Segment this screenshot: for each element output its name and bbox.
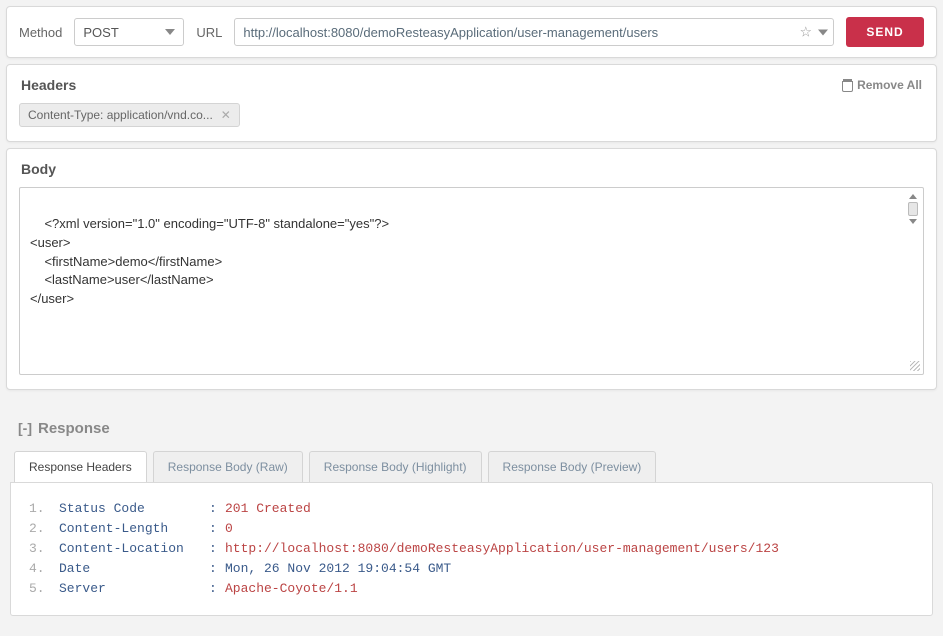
method-label: Method	[19, 25, 62, 40]
chevron-down-icon	[165, 29, 175, 35]
chevron-down-icon[interactable]	[818, 29, 828, 35]
header-key: Status Code	[59, 499, 209, 519]
response-row: 5.Server:Apache-Coyote/1.1	[29, 579, 914, 599]
body-title-row: Body	[7, 149, 936, 187]
line-number: 4.	[29, 559, 59, 579]
send-button[interactable]: SEND	[846, 17, 924, 47]
remove-all-button[interactable]: Remove All	[842, 78, 922, 92]
colon: :	[209, 519, 225, 539]
line-number: 5.	[29, 579, 59, 599]
scrollbar[interactable]	[906, 194, 920, 224]
star-icon[interactable]: ☆	[799, 24, 812, 41]
headers-title: Headers	[21, 77, 76, 93]
response-row: 3.Content-Location:http://localhost:8080…	[29, 539, 914, 559]
header-value: 201 Created	[225, 499, 311, 519]
tab-response-body-raw[interactable]: Response Body (Raw)	[153, 451, 303, 482]
url-icons: ☆	[799, 24, 828, 41]
response-row: 2.Content-Length:0	[29, 519, 914, 539]
remove-all-label: Remove All	[857, 78, 922, 92]
header-key: Content-Length	[59, 519, 209, 539]
header-tag-label: Content-Type: application/vnd.co...	[28, 108, 213, 122]
response-title-row: [-] Response	[10, 406, 933, 451]
collapse-toggle[interactable]: [-]	[18, 420, 32, 436]
tab-response-body-preview[interactable]: Response Body (Preview)	[488, 451, 657, 482]
body-content: <?xml version="1.0" encoding="UTF-8" sta…	[30, 216, 389, 306]
header-tag[interactable]: Content-Type: application/vnd.co... ✕	[19, 103, 240, 127]
arrow-up-icon	[909, 194, 917, 199]
tab-response-body-highlight[interactable]: Response Body (Highlight)	[309, 451, 482, 482]
url-input[interactable]	[234, 18, 834, 46]
header-key: Content-Location	[59, 539, 209, 559]
body-textarea[interactable]: <?xml version="1.0" encoding="UTF-8" sta…	[19, 187, 924, 375]
headers-panel: Headers Remove All Content-Type: applica…	[6, 64, 937, 142]
body-panel: Body <?xml version="1.0" encoding="UTF-8…	[6, 148, 937, 390]
response-title: Response	[38, 420, 110, 437]
response-body: 1.Status Code:201 Created2.Content-Lengt…	[10, 482, 933, 617]
response-row: 1.Status Code:201 Created	[29, 499, 914, 519]
request-panel: Method POST URL ☆ SEND	[6, 6, 937, 58]
colon: :	[209, 539, 225, 559]
request-row: Method POST URL ☆ SEND	[7, 7, 936, 57]
resize-grip-icon[interactable]	[910, 361, 920, 371]
colon: :	[209, 499, 225, 519]
trash-icon	[842, 79, 853, 92]
method-select[interactable]: POST	[74, 18, 184, 46]
header-key: Server	[59, 579, 209, 599]
colon: :	[209, 559, 225, 579]
close-icon[interactable]: ✕	[221, 108, 231, 122]
response-tabs: Response Headers Response Body (Raw) Res…	[10, 451, 933, 482]
header-value: Mon, 26 Nov 2012 19:04:54 GMT	[225, 559, 451, 579]
header-value: http://localhost:8080/demoResteasyApplic…	[225, 539, 779, 559]
url-label: URL	[196, 25, 222, 40]
line-number: 3.	[29, 539, 59, 559]
arrow-down-icon	[909, 219, 917, 224]
header-value: 0	[225, 519, 233, 539]
headers-title-row: Headers Remove All	[7, 65, 936, 103]
url-box: ☆	[234, 18, 834, 46]
line-number: 1.	[29, 499, 59, 519]
tab-response-headers[interactable]: Response Headers	[14, 451, 147, 482]
header-key: Date	[59, 559, 209, 579]
response-section: [-] Response Response Headers Response B…	[0, 396, 943, 636]
header-value: Apache-Coyote/1.1	[225, 579, 358, 599]
colon: :	[209, 579, 225, 599]
scroll-thumb[interactable]	[908, 202, 918, 216]
response-row: 4.Date:Mon, 26 Nov 2012 19:04:54 GMT	[29, 559, 914, 579]
line-number: 2.	[29, 519, 59, 539]
method-value: POST	[83, 25, 118, 40]
body-title: Body	[21, 161, 56, 177]
header-tags: Content-Type: application/vnd.co... ✕	[7, 103, 936, 141]
